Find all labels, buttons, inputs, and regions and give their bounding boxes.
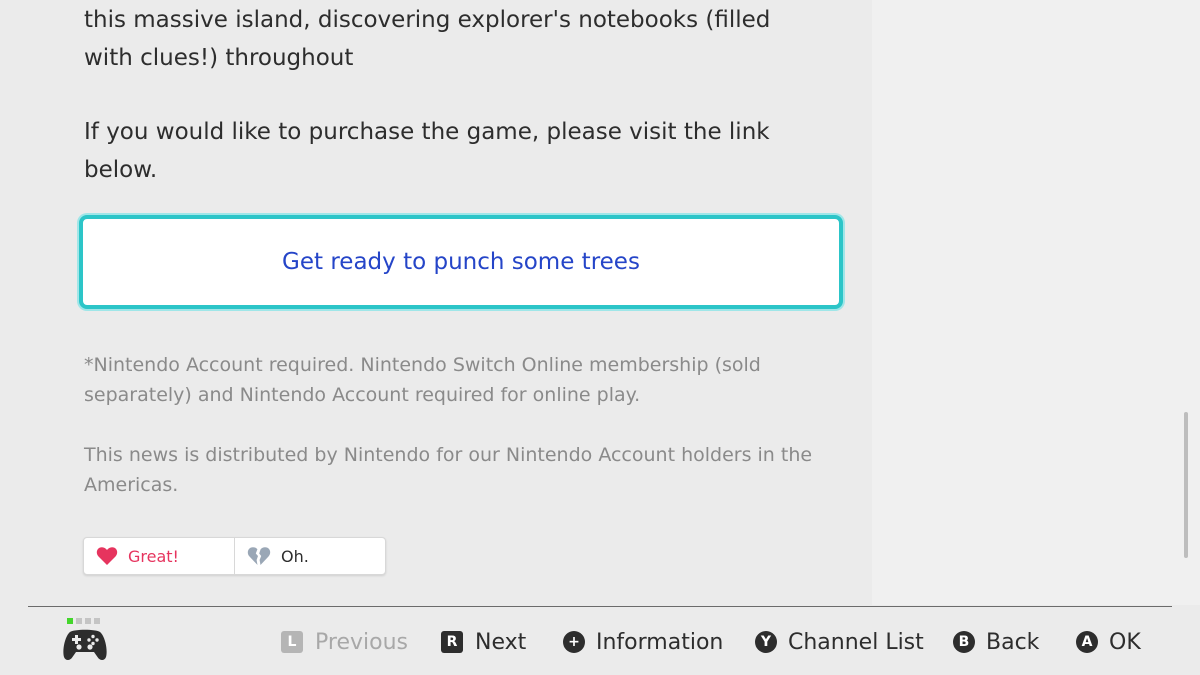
broken-heart-icon bbox=[247, 547, 271, 565]
back-label: Back bbox=[986, 629, 1040, 655]
channel-list-label: Channel List bbox=[788, 629, 924, 655]
previous-button[interactable]: L Previous bbox=[281, 628, 408, 656]
y-button-icon: Y bbox=[755, 631, 777, 653]
b-button-icon: B bbox=[953, 631, 975, 653]
player-dot-1 bbox=[67, 618, 73, 624]
purchase-link-label: Get ready to punch some trees bbox=[282, 249, 640, 275]
plus-button-icon: + bbox=[563, 631, 585, 653]
information-label: Information bbox=[596, 629, 724, 655]
purchase-link-button[interactable]: Get ready to punch some trees bbox=[79, 215, 843, 309]
l-button-icon: L bbox=[281, 631, 303, 653]
account-note: *Nintendo Account required. Nintendo Swi… bbox=[84, 354, 761, 406]
scrollbar[interactable] bbox=[1184, 412, 1188, 558]
ok-button[interactable]: A OK bbox=[1076, 628, 1141, 656]
r-button-icon: R bbox=[441, 631, 463, 653]
player-dot-3 bbox=[85, 618, 91, 624]
purchase-paragraph: If you would like to purchase the game, … bbox=[84, 119, 770, 183]
oh-reaction-button[interactable]: Oh. bbox=[235, 538, 385, 574]
a-button-icon: A bbox=[1076, 631, 1098, 653]
oh-reaction-label: Oh. bbox=[281, 546, 309, 566]
previous-label: Previous bbox=[315, 629, 408, 655]
footer-divider bbox=[28, 606, 1172, 607]
great-reaction-label: Great! bbox=[128, 546, 179, 566]
great-reaction-button[interactable]: Great! bbox=[84, 538, 235, 574]
ok-label: OK bbox=[1109, 629, 1141, 655]
heart-icon bbox=[96, 547, 118, 565]
information-button[interactable]: + Information bbox=[563, 628, 723, 656]
controller-indicator bbox=[62, 616, 112, 666]
player-indicator-dots bbox=[67, 618, 100, 624]
back-button[interactable]: B Back bbox=[953, 628, 1039, 656]
player-dot-2 bbox=[76, 618, 82, 624]
player-dot-4 bbox=[94, 618, 100, 624]
article-paragraph: this massive island, discovering explore… bbox=[84, 7, 771, 71]
next-button[interactable]: R Next bbox=[441, 628, 526, 656]
pro-controller-icon bbox=[63, 629, 107, 660]
reaction-bar: Great! Oh. bbox=[83, 537, 386, 575]
side-panel bbox=[872, 0, 1200, 605]
distribution-note: This news is distributed by Nintendo for… bbox=[84, 444, 813, 496]
next-label: Next bbox=[475, 629, 527, 655]
channel-list-button[interactable]: Y Channel List bbox=[755, 628, 924, 656]
